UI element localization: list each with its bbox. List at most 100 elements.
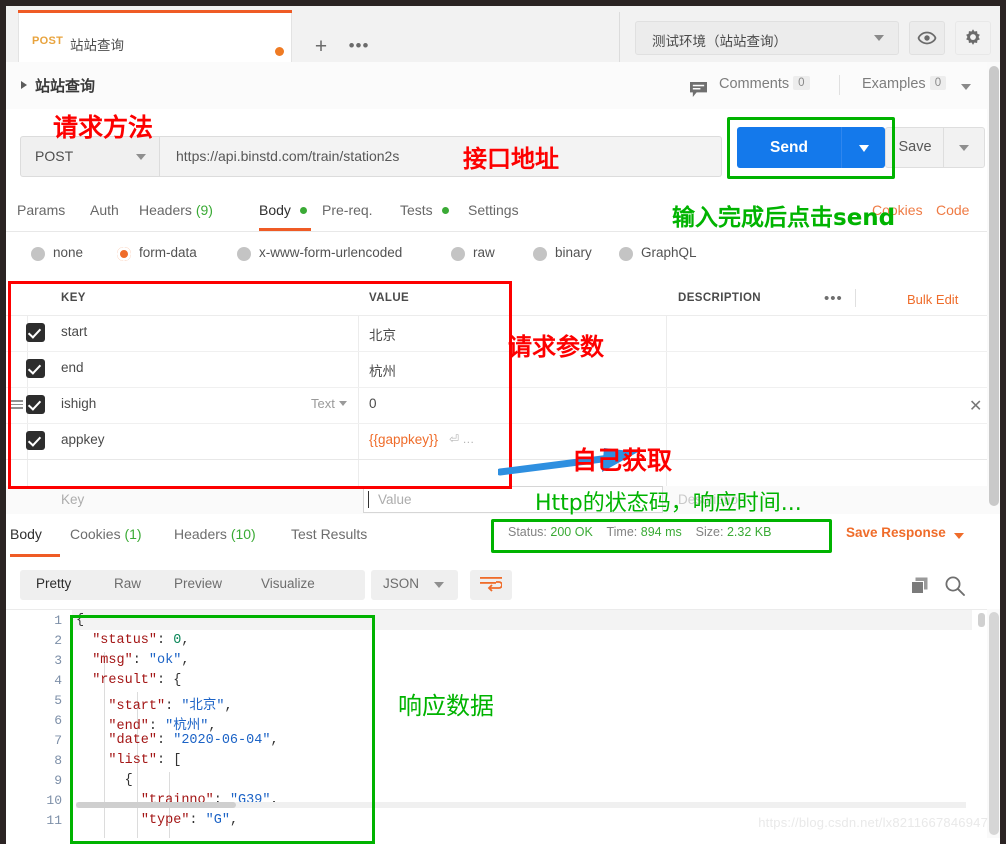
- response-viewer-toolbar: Pretty Raw Preview Visualize JSON: [6, 557, 1000, 609]
- line-number: 9: [54, 773, 62, 788]
- request-tab-method: POST: [32, 35, 64, 47]
- response-format-selector[interactable]: JSON: [371, 570, 458, 600]
- response-tab-cookies-label: Cookies: [70, 526, 121, 542]
- save-options-button[interactable]: [943, 127, 985, 168]
- breadcrumb-bar: 站站查询 Comments 0 Examples 0: [6, 62, 1000, 110]
- tab-body[interactable]: Body: [259, 202, 307, 218]
- main-scrollbar-thumb[interactable]: [989, 66, 999, 506]
- request-tab-title: 站站查询: [70, 38, 124, 53]
- line-number: 3: [54, 653, 62, 668]
- body-modified-dot: [299, 207, 307, 214]
- examples-button[interactable]: Examples 0: [862, 76, 947, 92]
- examples-label: Examples: [862, 76, 926, 92]
- settings-button[interactable]: [955, 21, 991, 55]
- annotation-box-params: [8, 281, 512, 489]
- response-mode-preview[interactable]: Preview: [174, 576, 222, 591]
- radio-form-data-label: form-data: [139, 245, 197, 260]
- postman-window: POST 站站查询 + ••• 测试环境（站站查询） 站站查询 Comments…: [0, 0, 1006, 844]
- tests-modified-dot: [441, 207, 449, 214]
- environment-selector[interactable]: 测试环境（站站查询）: [635, 21, 899, 55]
- tab-params[interactable]: Params: [17, 202, 65, 218]
- comments-label: Comments: [719, 76, 790, 92]
- response-mode-group: Pretty Raw Preview Visualize: [20, 570, 365, 600]
- annotation-appkey: 自己获取: [572, 446, 673, 475]
- comments-button[interactable]: Comments 0: [719, 76, 810, 92]
- header-divider: [855, 289, 856, 307]
- radio-raw-label: raw: [473, 245, 495, 260]
- save-response-button[interactable]: Save Response: [846, 525, 946, 540]
- radio-none-label: none: [53, 245, 84, 260]
- chevron-down-icon[interactable]: [954, 533, 964, 539]
- response-tab-cookies-count: (1): [124, 526, 142, 542]
- tab-body-label: Body: [259, 202, 291, 218]
- code-link[interactable]: Code: [936, 202, 969, 218]
- examples-chevron-down-icon[interactable]: [961, 84, 971, 90]
- tab-more-button[interactable]: •••: [342, 32, 376, 62]
- tab-pre-request[interactable]: Pre-req.: [322, 202, 373, 218]
- line-number: 1: [54, 613, 62, 628]
- code-vertical-scrollbar-thumb[interactable]: [978, 613, 985, 627]
- radio-dot-selected: [117, 247, 131, 261]
- word-wrap-icon: [480, 577, 502, 592]
- table-options-button[interactable]: •••: [824, 290, 843, 307]
- response-tab-body[interactable]: Body: [10, 526, 42, 542]
- eye-icon: [917, 31, 937, 45]
- new-tab-button[interactable]: +: [304, 32, 338, 62]
- line-number-gutter: 1 2 3 4 5 6 7 8 9 10 11: [6, 610, 72, 839]
- tab-tests-label: Tests: [400, 202, 433, 218]
- tab-headers-label: Headers: [139, 202, 192, 218]
- new-row-key-input[interactable]: Key: [61, 492, 84, 507]
- response-mode-pretty[interactable]: Pretty: [36, 576, 71, 591]
- body-type-radio-group: none form-data x-www-form-urlencoded raw…: [6, 231, 1000, 279]
- tabstrip-divider: [619, 12, 620, 62]
- annotation-send: 输入完成后点击send: [672, 205, 896, 231]
- response-mode-visualize[interactable]: Visualize: [261, 576, 315, 591]
- annotation-box-response: [70, 615, 375, 844]
- page-title: 站站查询: [35, 78, 96, 95]
- annotation-params: 请求参数: [508, 333, 604, 361]
- search-icon: [945, 576, 965, 596]
- expand-collapse-icon[interactable]: [21, 81, 27, 89]
- search-response-button[interactable]: [944, 575, 966, 600]
- line-number: 5: [54, 693, 62, 708]
- column-header-description: DESCRIPTION: [678, 292, 761, 304]
- tab-headers[interactable]: Headers (9): [139, 202, 213, 218]
- tab-auth[interactable]: Auth: [90, 202, 119, 218]
- response-tab-cookies[interactable]: Cookies (1): [70, 526, 142, 542]
- radio-binary-label: binary: [555, 245, 592, 260]
- examples-count: 0: [929, 76, 947, 90]
- url-input[interactable]: https://api.binstd.com/train/station2s: [160, 136, 722, 177]
- comments-count: 0: [793, 76, 810, 90]
- comment-icon: [689, 81, 708, 101]
- environment-name: 测试环境（站站查询）: [652, 34, 787, 49]
- http-method-value: POST: [35, 148, 74, 164]
- request-tab-active-indicator: [18, 10, 292, 13]
- copy-button[interactable]: [911, 577, 931, 600]
- new-row-value-placeholder: Value: [378, 492, 412, 507]
- response-tab-test-results[interactable]: Test Results: [291, 526, 367, 542]
- tab-headers-count: (9): [195, 202, 213, 218]
- response-format-value: JSON: [383, 576, 420, 591]
- chevron-down-icon: [434, 582, 444, 588]
- response-tab-headers-count: (10): [230, 526, 256, 542]
- breadcrumb-divider: [839, 75, 840, 95]
- tab-tests[interactable]: Tests: [400, 202, 449, 218]
- remove-row-button[interactable]: ✕: [969, 396, 982, 416]
- word-wrap-button[interactable]: [470, 570, 512, 600]
- response-mode-raw[interactable]: Raw: [114, 576, 141, 591]
- radio-dot: [237, 247, 251, 261]
- response-scrollbar-thumb[interactable]: [989, 612, 999, 835]
- line-number: 4: [54, 673, 62, 688]
- response-tab-headers[interactable]: Headers (10): [174, 526, 256, 542]
- response-tab-headers-label: Headers: [174, 526, 227, 542]
- table-new-row[interactable]: Key Value Description: [6, 486, 1000, 514]
- unsaved-changes-dot: [275, 47, 284, 56]
- annotation-method: 请求方法: [53, 113, 154, 142]
- annotation-url: 接口地址: [463, 145, 559, 173]
- bulk-edit-button[interactable]: Bulk Edit: [907, 292, 958, 307]
- environment-quick-look-button[interactable]: [909, 21, 945, 55]
- chevron-down-icon: [136, 154, 146, 160]
- text-caret: [368, 491, 369, 508]
- window-frame-right: [1000, 0, 1006, 844]
- tab-settings[interactable]: Settings: [468, 202, 519, 218]
